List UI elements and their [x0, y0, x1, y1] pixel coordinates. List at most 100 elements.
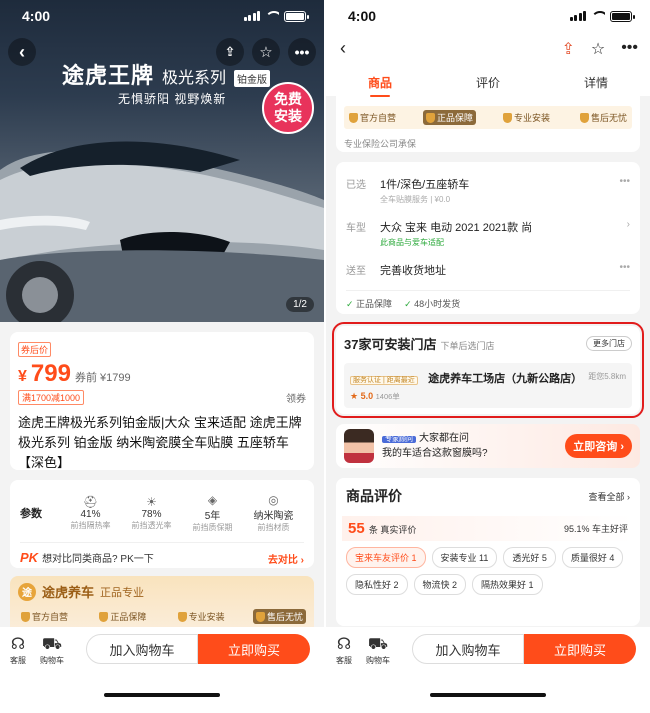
cart-button[interactable]: ⛟ 购物车 [40, 635, 64, 666]
param-item: ☀ 78% 前挡透光率 [121, 495, 182, 531]
wifi-icon [265, 11, 279, 21]
pk-compare-row[interactable]: PK 想对比同类商品? PK一下 去对比 › [20, 542, 304, 567]
share-icon[interactable]: ⇪ [216, 38, 244, 66]
cart-icon: ⛟ [367, 636, 389, 653]
chevron-right-icon[interactable]: › [627, 219, 630, 230]
cart-icon: ⛟ [41, 636, 63, 653]
brand-name: 途虎养车 [42, 585, 95, 600]
hero-slogan: 无惧骄阳 视野焕新 [118, 92, 227, 106]
bottom-action-bar: ☊ 客服 ⛟ 购物车 加入购物车 立即购买 [0, 627, 324, 713]
guarantee-row: 官方自营 正品保障 专业安装 售后无忧 [344, 106, 632, 129]
review-chip[interactable]: 质量很好 4 [561, 547, 624, 568]
product-title: 途虎王牌极光系列铂金版|大众 宝来适配 途虎王牌 极光系列 铂金版 纳米陶瓷膜全… [18, 415, 302, 470]
ship-key: 送至 [346, 266, 366, 277]
tab-details[interactable]: 详情 [584, 74, 608, 91]
ship-to-row[interactable]: 送至 完善收货地址 ••• [346, 262, 630, 278]
selection-card: 已选 1件/深色/五座轿车 全车贴膜服务 | ¥0.0 ••• 车型 大众 宝来… [336, 162, 640, 314]
buy-now-button[interactable]: 立即购买 [198, 634, 310, 664]
store-tag: 服务认证 | 距离最近 [350, 376, 418, 385]
review-chip[interactable]: 隐私性好 2 [346, 574, 408, 595]
shield-icon [177, 611, 187, 622]
review-chip[interactable]: 物流快 2 [413, 574, 467, 595]
discount-tag[interactable]: 满1700减1000 [18, 390, 85, 405]
selected-spec-row[interactable]: 已选 1件/深色/五座轿车 全车贴膜服务 | ¥0.0 ••• [346, 176, 630, 205]
pk-logo-icon: PK [20, 550, 39, 565]
more-stores-button[interactable]: 更多门店 [586, 336, 632, 351]
reviews-card: 商品评价 查看全部 › 55 条 真实评价 95.1% 车主好评 宝来车友评价 … [336, 478, 640, 626]
guarantee-item: 正品保障 [422, 110, 476, 125]
pk-text: 想对比同类商品? PK一下 [42, 554, 154, 565]
stores-hint: 下单后选门店 [440, 341, 495, 351]
store-item[interactable]: 服务认证 | 距离最近 途虎养车工场店（九新公路店） 距您5.8km ★ 5.0… [344, 363, 632, 408]
consult-now-button[interactable]: 立即咨询 › [565, 434, 632, 458]
customer-service-button[interactable]: ☊ 客服 [336, 635, 352, 666]
free-install-line2: 安装 [274, 108, 302, 124]
review-count-label: 条 真实评价 [368, 525, 417, 535]
review-chip[interactable]: 隔热效果好 1 [472, 574, 543, 595]
more-dots-icon[interactable]: ••• [619, 262, 630, 273]
ship-value: 完善收货地址 [380, 265, 446, 277]
consult-banner[interactable]: 专家顾问 大家都在问 我的车适合这款窗膜吗? 立即咨询 › [336, 424, 640, 468]
price-card: 券后价 ¥ 799 券前 ¥1799 满1700减1000 领券 途虎王牌极光系… [10, 332, 314, 470]
advisor-avatar [344, 429, 374, 463]
go-compare-link[interactable]: 去对比 › [268, 551, 304, 566]
favorite-star-icon[interactable]: ☆ [591, 39, 605, 59]
more-menu-icon[interactable]: ••• [621, 39, 638, 59]
buy-now-button[interactable]: 立即购买 [524, 634, 636, 664]
service-label: 客服 [336, 656, 352, 665]
headset-icon: ☊ [336, 636, 352, 653]
view-all-reviews-link[interactable]: 查看全部 › [589, 490, 631, 503]
tab-reviews[interactable]: 评价 [476, 74, 500, 91]
tab-product[interactable]: 商品 [368, 74, 392, 97]
status-time: 4:00 [22, 8, 51, 24]
bottom-action-bar: ☊ 客服 ⛟ 购物车 加入购物车 立即购买 [326, 627, 650, 713]
review-chip[interactable]: 宝来车友评价 1 [346, 547, 426, 568]
more-dots-icon[interactable]: ••• [619, 176, 630, 187]
favorite-star-icon[interactable]: ☆ [252, 38, 280, 66]
review-chip[interactable]: 安装专业 11 [431, 547, 498, 568]
install-stores-card[interactable]: 37家可安装门店 下单后选门店 更多门店 服务认证 | 距离最近 途虎养车工场店（… [332, 322, 644, 418]
store-orders: 1406单 [375, 392, 400, 401]
hero-banner[interactable]: ‹ ⇪ ☆ ••• 途虎王牌 极光系列 铂金版 无惧骄阳 视野焕新 免费 安装 1… [0, 0, 324, 322]
ship-tags: 正品保障 48小时发货 [346, 290, 630, 310]
car-fit-note: 此商品与爱车适配 [380, 238, 444, 247]
ship-tag: 48小时发货 [404, 297, 460, 310]
param-item: ◈ 5年 前挡质保期 [182, 493, 243, 533]
car-model-row[interactable]: 车型 大众 宝来 电动 2021 2021款 尚 此商品与爱车适配 › [346, 219, 630, 248]
customer-service-button[interactable]: ☊ 客服 [10, 635, 26, 666]
status-time: 4:00 [348, 8, 377, 24]
signal-icon [569, 11, 586, 21]
share-icon[interactable]: ⇪ [561, 39, 574, 59]
cart-button[interactable]: ⛟ 购物车 [366, 635, 390, 666]
guarantee-item: 官方自营 [346, 110, 399, 125]
price-row: ¥ 799 券前 ¥1799 [18, 360, 306, 388]
collect-coupon-link[interactable]: 领券 [286, 390, 306, 405]
add-to-cart-button[interactable]: 加入购物车 [86, 634, 198, 664]
selected-sub: 全车贴膜服务 | ¥0.0 [380, 195, 451, 204]
shield-icon [349, 112, 358, 123]
more-menu-icon[interactable]: ••• [288, 38, 316, 66]
guarantee-item: 专业安装 [500, 110, 553, 125]
back-button[interactable]: ‹ [340, 38, 346, 59]
params-card[interactable]: 参数 ⛑ 41% 前挡隔热率 ☀ 78% 前挡透光率 ◈ 5年 前挡质保期 ◎ … [10, 480, 314, 568]
shield-icon [425, 112, 435, 123]
review-chip[interactable]: 透光好 5 [503, 547, 556, 568]
consult-line2: 我的车适合这款窗膜吗? [382, 447, 488, 459]
wifi-icon [591, 11, 605, 21]
selected-value: 1件/深色/五座轿车 [380, 179, 470, 191]
status-bar: 4:00 [0, 0, 324, 32]
home-indicator [104, 693, 220, 697]
product-screen-right: 4:00 ‹ ⇪ ☆ ••• 商品 评价 详情 官方自营 正品保障 专业安装 售… [326, 0, 650, 713]
brand-sub: 正品专业 [100, 586, 145, 599]
add-to-cart-button[interactable]: 加入购物车 [412, 634, 524, 664]
car-image [0, 141, 324, 322]
tab-bar: 商品 评价 详情 [326, 74, 650, 97]
back-button[interactable]: ‹ [8, 38, 36, 66]
consult-line1: 大家都在问 [419, 432, 469, 444]
cart-label: 购物车 [366, 656, 390, 665]
battery-icon [610, 10, 635, 22]
expert-tag: 专家顾问 [382, 435, 416, 443]
free-install-badge: 免费 安装 [262, 82, 314, 134]
car-value: 大众 宝来 电动 2021 2021款 尚 [380, 222, 533, 234]
selected-key: 已选 [346, 180, 366, 191]
